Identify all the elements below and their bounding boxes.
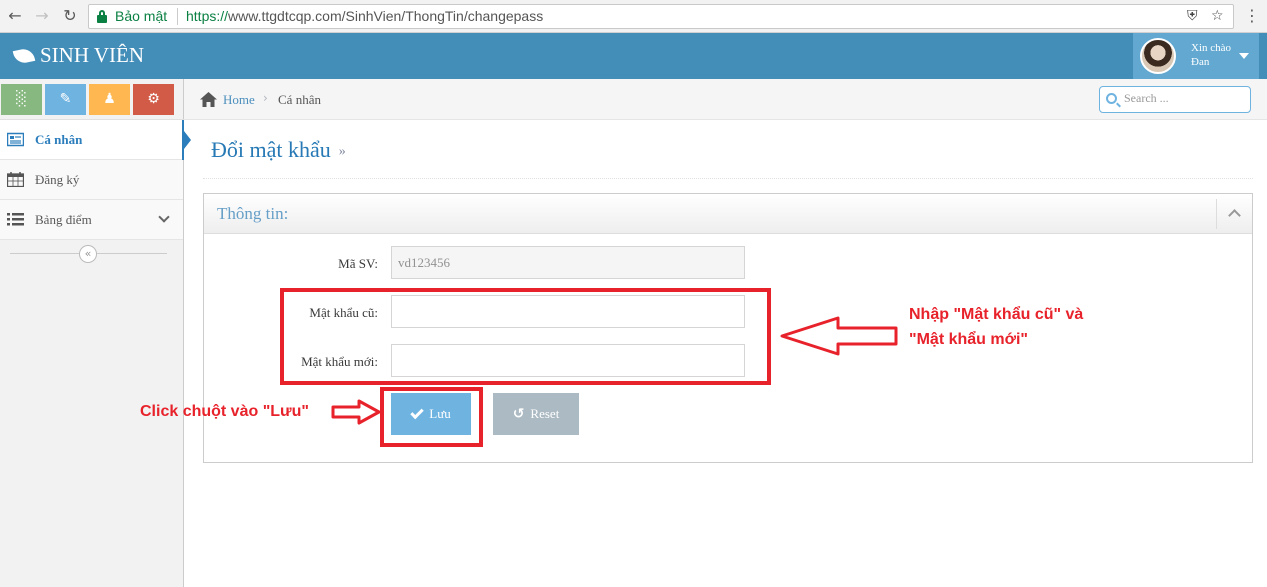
double-chevron-icon: » <box>338 143 346 159</box>
breadcrumb-separator-icon: › <box>263 91 268 105</box>
undo-icon: ↺ <box>512 406 525 422</box>
lock-icon <box>97 10 107 23</box>
reset-button[interactable]: ↺ Reset <box>493 393 579 435</box>
page-title: Đổi mật khẩu» <box>211 137 346 162</box>
leaf-icon <box>12 46 36 65</box>
secure-label: Bảo mật <box>115 8 168 24</box>
sidebar-item-bang-diem[interactable]: Bảng điểm <box>0 200 183 240</box>
profile-card-icon <box>7 132 24 147</box>
forward-arrow-icon[interactable]: → <box>32 6 52 26</box>
student-id-field <box>391 246 745 279</box>
sidebar-item-label: Bảng điểm <box>35 212 92 227</box>
widget-title: Thông tin: <box>217 204 289 223</box>
app-header: SINH VIÊN Xin chào Đan <box>0 33 1267 79</box>
calendar-icon <box>7 172 24 187</box>
pencil-icon[interactable]: ✎ <box>45 84 86 115</box>
back-arrow-icon[interactable]: ← <box>5 6 25 26</box>
left-arrow-annotation-icon <box>780 316 898 356</box>
users-icon[interactable]: ♟ <box>89 84 130 115</box>
sidebar-shortcuts: ░ ✎ ♟ ⚙ <box>0 79 184 120</box>
sidebar-item-label: Cá nhân <box>35 132 83 147</box>
sidebar: ░ ✎ ♟ ⚙ Cá nhân Đăng ký Bảng điểm « <box>0 79 191 587</box>
brand-text: SINH VIÊN <box>40 43 145 67</box>
reload-icon[interactable]: ↻ <box>60 6 80 26</box>
search-box[interactable] <box>1099 86 1251 113</box>
breadcrumb: Home › Cá nhân <box>184 79 1267 120</box>
shield-icon[interactable]: ⛨ <box>1187 8 1198 24</box>
sidebar-item-ca-nhan[interactable]: Cá nhân <box>0 120 191 160</box>
widget-toolbar-divider <box>1216 199 1217 229</box>
avatar <box>1140 38 1176 74</box>
password-hint-text: Nhập "Mật khẩu cũ" và "Mật khẩu mới" <box>909 306 1084 348</box>
list-icon <box>7 213 24 226</box>
address-bar[interactable]: Bảo mật https://www.ttgdtcqp.com/SinhVie… <box>88 4 1234 29</box>
cogs-icon[interactable]: ⚙ <box>133 84 174 115</box>
url-divider <box>177 8 178 25</box>
caret-down-icon <box>1239 53 1249 59</box>
browser-toolbar: ← → ↻ Bảo mật https://www.ttgdtcqp.com/S… <box>0 0 1267 33</box>
collapse-sidebar-icon[interactable]: « <box>79 245 97 263</box>
breadcrumb-current: Cá nhân <box>278 92 321 107</box>
star-icon[interactable]: ☆ <box>1211 8 1224 24</box>
user-menu[interactable]: Xin chào Đan <box>1133 33 1259 79</box>
brand-logo[interactable]: SINH VIÊN <box>12 43 145 68</box>
chevron-up-icon[interactable] <box>1228 209 1241 222</box>
save-button-highlight <box>380 387 483 447</box>
breadcrumb-home-link[interactable]: Home <box>223 92 255 108</box>
widget-header: Thông tin: <box>204 194 1252 234</box>
sidebar-item-label: Đăng ký <box>35 172 80 187</box>
welcome-text: Xin chào Đan <box>1191 42 1232 68</box>
password-fields-highlight <box>280 288 771 385</box>
search-icon <box>1106 93 1117 104</box>
student-id-label: Mã SV: <box>338 256 378 271</box>
search-input[interactable] <box>1124 91 1244 106</box>
signal-bars-icon[interactable]: ░ <box>1 84 42 115</box>
right-arrow-annotation-icon <box>331 399 381 425</box>
url-text[interactable]: https://www.ttgdtcqp.com/SinhVien/ThongT… <box>186 8 543 24</box>
browser-menu-icon[interactable]: ⋮ <box>1244 6 1260 25</box>
home-icon <box>200 92 217 107</box>
title-divider <box>203 178 1253 179</box>
chevron-down-icon <box>158 211 170 223</box>
click-hint-text: Click chuột vào "Lưu" <box>140 403 309 420</box>
sidebar-item-dang-ky[interactable]: Đăng ký <box>0 160 183 200</box>
